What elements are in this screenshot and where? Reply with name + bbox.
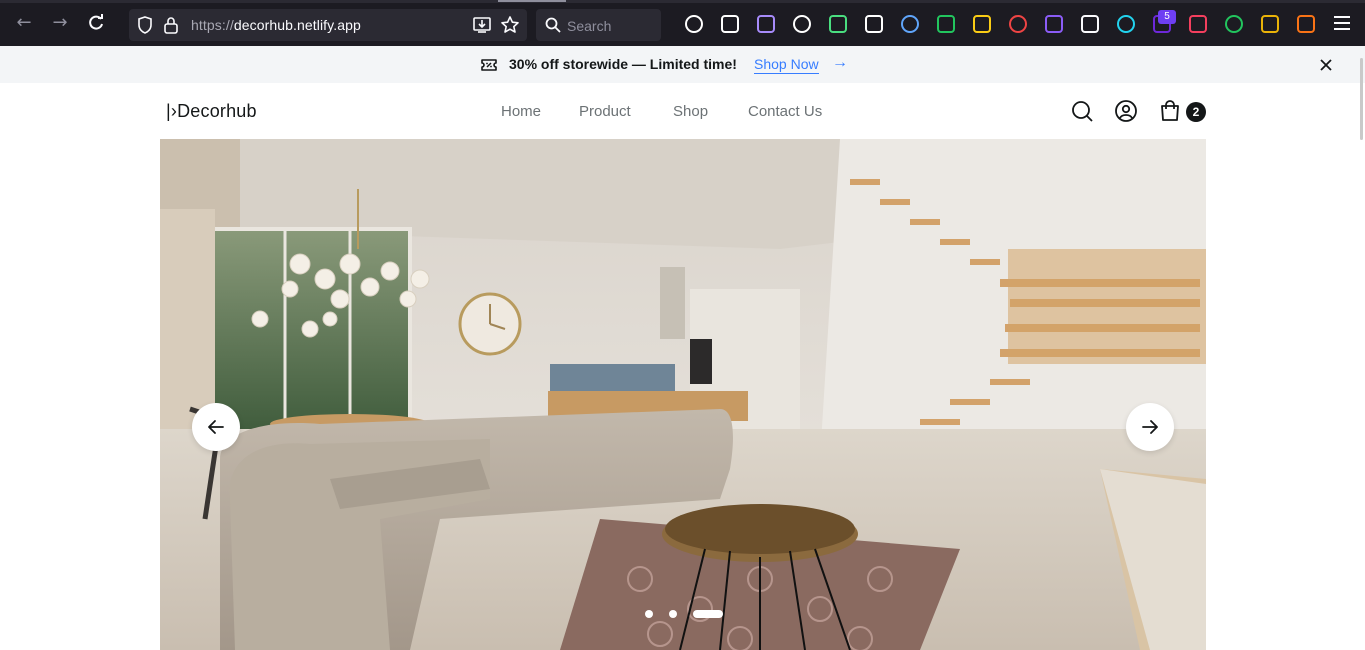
nav-shop[interactable]: Shop <box>673 103 708 120</box>
address-bar[interactable]: https://decorhub.netlify.app <box>129 9 527 41</box>
extension-icon[interactable] <box>1081 15 1099 33</box>
living-room-image <box>160 139 1206 650</box>
extension-icon[interactable] <box>1045 15 1063 33</box>
search-icon <box>545 17 561 33</box>
slide-dot-active[interactable] <box>693 610 723 618</box>
active-tab-indicator <box>498 0 566 2</box>
back-icon[interactable]: ← <box>13 12 35 34</box>
user-account-icon[interactable] <box>1114 99 1138 123</box>
cart-count-badge: 2 <box>1186 102 1206 122</box>
extension-icon[interactable] <box>937 15 955 33</box>
shop-now-link[interactable]: Shop Now <box>754 56 819 74</box>
search-placeholder: Search <box>567 18 612 34</box>
install-app-icon[interactable] <box>472 15 492 35</box>
extension-icon[interactable] <box>1225 15 1243 33</box>
extension-icon[interactable] <box>793 15 811 33</box>
site-logo[interactable]: |›Decorhub <box>166 101 257 122</box>
tab-strip <box>0 0 1365 3</box>
reload-icon[interactable] <box>85 12 107 34</box>
extension-icon[interactable] <box>1189 15 1207 33</box>
extension-badge: 5 <box>1158 10 1176 24</box>
slide-dot[interactable] <box>645 610 653 618</box>
prev-slide-button[interactable] <box>192 403 240 451</box>
browser-toolbar: ← → https://decorhub.netlify.app Search … <box>0 0 1365 46</box>
bookmark-star-icon[interactable] <box>500 15 520 35</box>
extension-icon[interactable] <box>1261 15 1279 33</box>
page-scrollbar[interactable] <box>1360 58 1363 140</box>
lock-icon[interactable] <box>163 16 179 34</box>
nav-product[interactable]: Product <box>579 103 631 120</box>
extension-icon[interactable] <box>1117 15 1135 33</box>
extension-icon[interactable] <box>901 15 919 33</box>
extension-icon[interactable] <box>721 15 739 33</box>
extension-icon[interactable] <box>1009 15 1027 33</box>
announcement-bar: 30% off storewide — Limited time! Shop N… <box>0 46 1365 83</box>
shopping-bag-icon[interactable] <box>1158 99 1182 123</box>
search-icon[interactable] <box>1070 99 1094 123</box>
nav-contact-us[interactable]: Contact Us <box>748 103 822 120</box>
forward-icon[interactable]: → <box>49 12 71 34</box>
extension-icon[interactable] <box>685 15 703 33</box>
arrow-right-icon <box>1142 420 1158 434</box>
slide-dot[interactable] <box>669 610 677 618</box>
extension-icon[interactable] <box>1297 15 1315 33</box>
hero-slider <box>160 139 1206 650</box>
next-slide-button[interactable] <box>1126 403 1174 451</box>
browser-search-field[interactable]: Search <box>536 9 661 41</box>
close-icon[interactable] <box>1317 56 1335 74</box>
promo-message: 30% off storewide — Limited time! <box>509 56 737 72</box>
arrow-left-icon <box>208 420 224 434</box>
extension-icon[interactable] <box>865 15 883 33</box>
tracking-shield-icon[interactable] <box>137 16 153 34</box>
arrow-right-icon[interactable]: → <box>832 54 848 72</box>
url-text[interactable]: https://decorhub.netlify.app <box>191 17 361 33</box>
extension-icon[interactable] <box>757 15 775 33</box>
extension-icon[interactable] <box>829 15 847 33</box>
extension-icon[interactable] <box>973 15 991 33</box>
nav-home[interactable]: Home <box>501 103 541 120</box>
hamburger-menu-icon[interactable] <box>1334 16 1350 30</box>
ticket-percent-icon <box>481 59 497 71</box>
